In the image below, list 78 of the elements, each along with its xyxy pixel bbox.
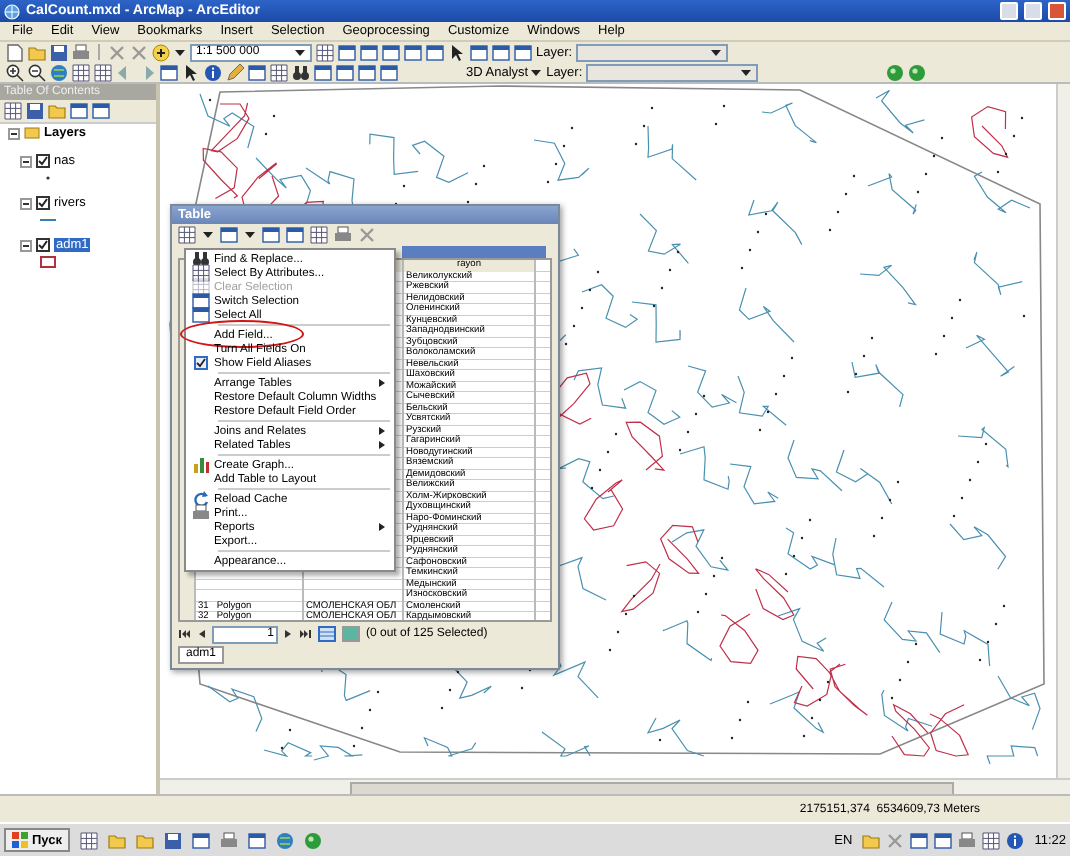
grid-icon[interactable] xyxy=(982,831,1001,849)
globe-icon[interactable] xyxy=(304,831,322,849)
zoom-in-icon[interactable] xyxy=(6,63,24,81)
layer-checkbox[interactable] xyxy=(36,154,50,168)
window-icon[interactable] xyxy=(192,831,210,849)
window-icon[interactable] xyxy=(470,43,488,61)
polygon-symbol-icon xyxy=(40,255,56,267)
grid-icon[interactable] xyxy=(310,226,328,244)
submenu-arrow-icon xyxy=(378,378,386,388)
first-record-icon[interactable] xyxy=(178,628,192,640)
layer-checkbox[interactable] xyxy=(36,196,50,210)
window-icon[interactable] xyxy=(336,63,354,81)
globe-icon[interactable] xyxy=(886,63,905,81)
window-icon[interactable] xyxy=(262,226,280,244)
scroll-thumb[interactable] xyxy=(350,782,954,794)
window-icon[interactable] xyxy=(248,63,266,81)
window-icon[interactable] xyxy=(358,63,376,81)
submenu-arrow-icon xyxy=(378,522,386,532)
collapse-icon[interactable] xyxy=(20,239,32,251)
globe-icon[interactable] xyxy=(908,63,927,81)
window-icon[interactable] xyxy=(404,43,422,61)
window-icon[interactable] xyxy=(70,102,88,120)
plus-icon[interactable] xyxy=(152,43,170,61)
printer-icon xyxy=(191,504,209,522)
window-icon[interactable] xyxy=(314,63,332,81)
window-icon[interactable] xyxy=(492,43,510,61)
collapse-icon[interactable] xyxy=(20,197,32,209)
window-icon[interactable] xyxy=(220,226,238,244)
next-record-icon[interactable] xyxy=(284,628,292,640)
pointer-icon[interactable] xyxy=(182,63,200,81)
printer-icon[interactable] xyxy=(220,831,238,849)
vertical-scrollbar[interactable] xyxy=(1056,84,1070,780)
grid-icon[interactable] xyxy=(178,226,196,244)
printer-icon[interactable] xyxy=(334,226,352,244)
grid-icon xyxy=(191,264,209,282)
window-icon[interactable] xyxy=(248,831,266,849)
collapse-icon[interactable] xyxy=(8,127,20,139)
grid-icon[interactable] xyxy=(94,63,112,81)
window-icon[interactable] xyxy=(514,43,532,61)
window-icon[interactable] xyxy=(360,43,378,61)
bar-graph-icon xyxy=(191,456,209,474)
layer-checkbox[interactable] xyxy=(36,238,50,252)
window-icon[interactable] xyxy=(382,43,400,61)
window-icon xyxy=(191,306,209,324)
line-symbol-icon xyxy=(40,213,56,225)
window-icon[interactable] xyxy=(426,43,444,61)
globe-icon[interactable] xyxy=(276,831,294,849)
app-globe-icon xyxy=(4,3,20,19)
last-record-icon[interactable] xyxy=(298,628,312,640)
window-icon[interactable] xyxy=(92,102,110,120)
printer-icon[interactable] xyxy=(72,43,90,61)
previous-record-icon[interactable] xyxy=(198,628,206,640)
window-icon xyxy=(191,292,209,310)
window-icon[interactable] xyxy=(380,63,398,81)
show-all-records-icon[interactable] xyxy=(318,626,336,642)
reload-icon xyxy=(191,490,209,508)
close-button[interactable] xyxy=(1048,2,1066,20)
window-icon[interactable] xyxy=(934,831,953,849)
info-icon[interactable] xyxy=(204,63,222,81)
grid-icon[interactable] xyxy=(80,831,98,849)
grid-icon[interactable] xyxy=(72,63,90,81)
grid-icon[interactable] xyxy=(270,63,288,81)
printer-icon[interactable] xyxy=(958,831,977,849)
info-icon[interactable] xyxy=(1006,831,1025,849)
horizontal-scrollbar[interactable] xyxy=(160,778,1070,794)
binoculars-icon[interactable] xyxy=(292,63,310,81)
window-icon[interactable] xyxy=(910,831,929,849)
grid-icon[interactable] xyxy=(316,43,334,61)
window-icon[interactable] xyxy=(338,43,356,61)
window-icon[interactable] xyxy=(286,226,304,244)
layers-icon xyxy=(24,126,40,140)
collapse-icon[interactable] xyxy=(20,155,32,167)
zoom-out-icon[interactable] xyxy=(28,63,46,81)
table-title-bar xyxy=(402,246,546,258)
window-icon[interactable] xyxy=(160,63,178,81)
pointer-icon[interactable] xyxy=(448,43,466,61)
grid-icon[interactable] xyxy=(4,102,22,120)
flag-icon xyxy=(12,832,28,848)
